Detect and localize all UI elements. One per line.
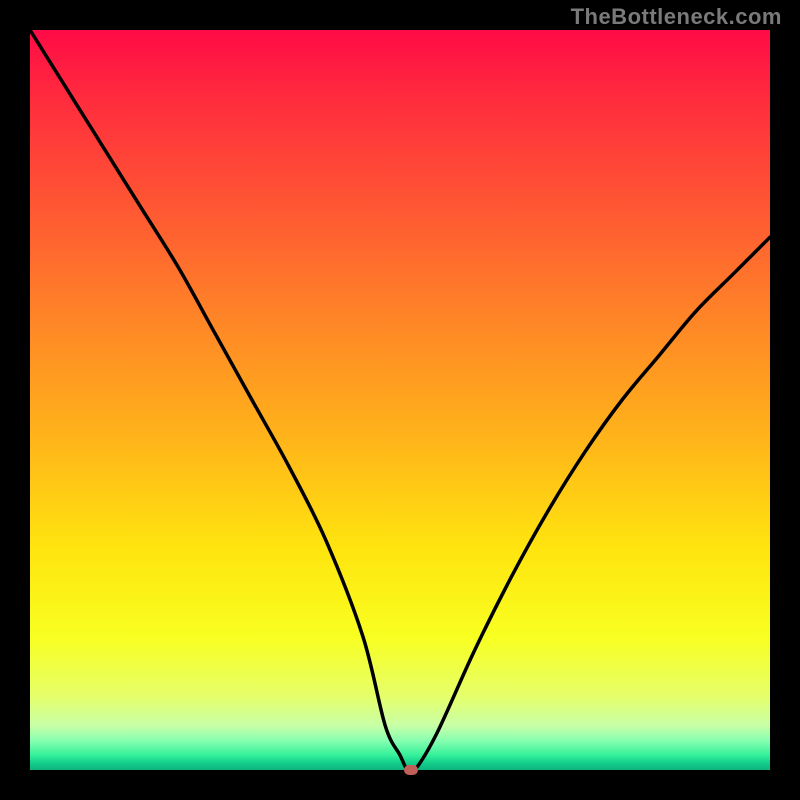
plot-area [30, 30, 770, 770]
chart-frame: TheBottleneck.com [0, 0, 800, 800]
bottleneck-curve [30, 30, 770, 770]
minimum-marker [404, 765, 418, 775]
watermark-text: TheBottleneck.com [571, 4, 782, 30]
